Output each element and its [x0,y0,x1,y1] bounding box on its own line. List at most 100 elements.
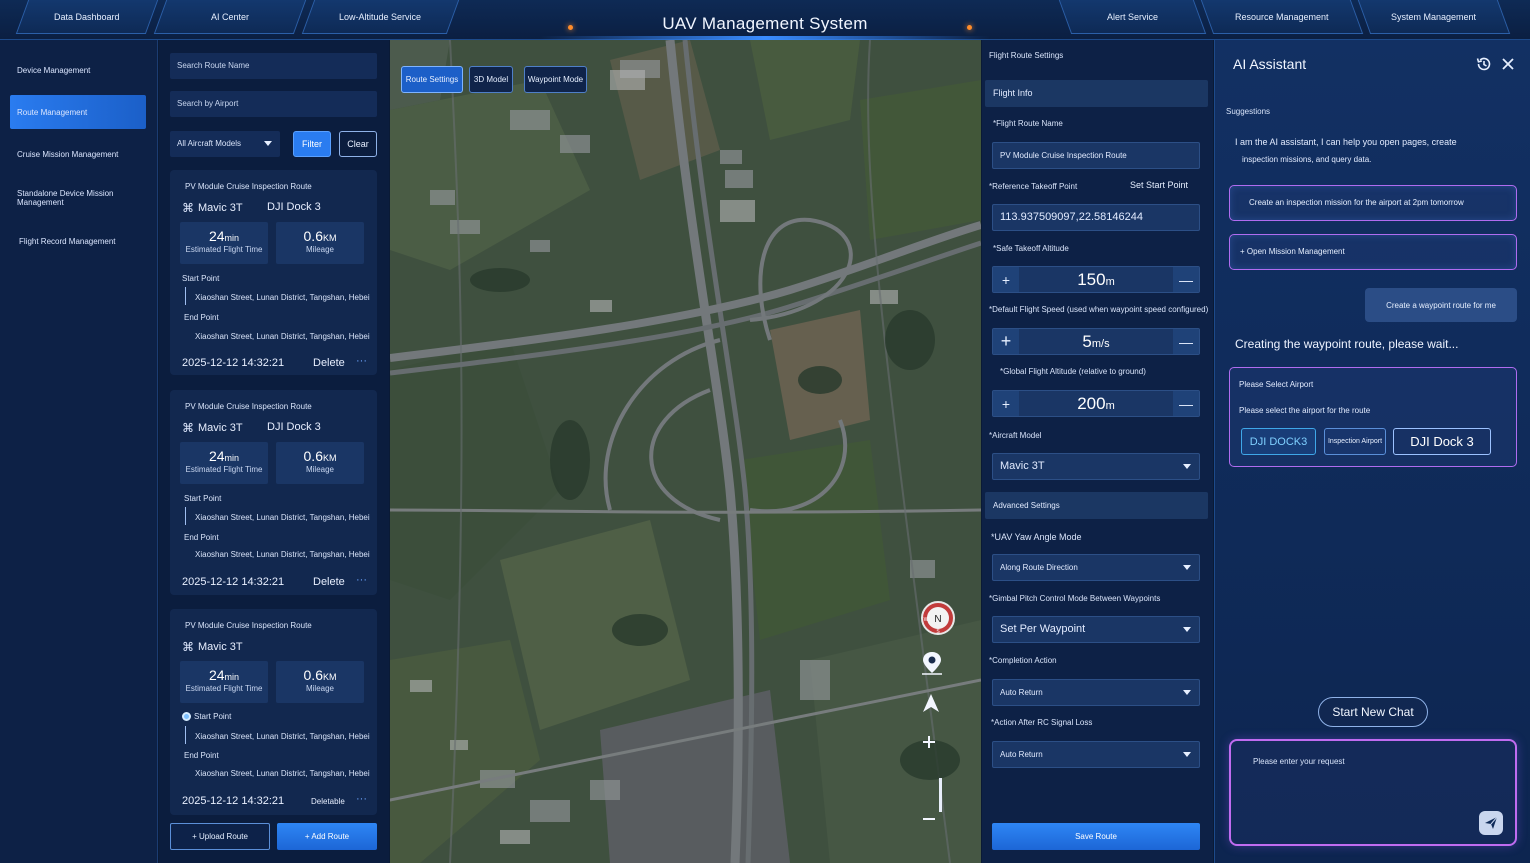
radio-dot-icon[interactable] [182,712,191,722]
sidebar-item-device-management[interactable]: Device Management [10,53,156,87]
gimbal-mode-dropdown[interactable]: Set Per Waypoint [992,616,1200,643]
flight-time-stat: 24min Estimated Flight Time [180,222,268,264]
suggestion-open-mission-management[interactable]: + Open Mission Management [1229,234,1517,270]
sidebar-item-flight-record[interactable]: Flight Record Management [10,224,156,258]
search-route-input[interactable]: Search Route Name [170,53,377,79]
section-flight-info[interactable]: Flight Info [985,80,1208,107]
start-new-chat-button[interactable]: Start New Chat [1318,697,1428,727]
tab-3d-model[interactable]: 3D Model [469,66,513,93]
route-date: 2025-12-12 14:32:21 [182,576,285,588]
sidebar-item-standalone-mission[interactable]: Standalone Device Mission Management [10,181,156,215]
aircraft-model-dropdown[interactable]: Mavic 3T [992,453,1200,480]
tab-system-management[interactable]: System Management [1357,0,1511,34]
delete-button[interactable]: Delete [313,357,345,369]
compass-control[interactable]: N W S [920,600,960,640]
sidebar-item-cruise-mission[interactable]: Cruise Mission Management [10,137,156,171]
rc-loss-dropdown[interactable]: Auto Return [992,741,1200,768]
stat-value: 0.6 [303,228,323,244]
chevron-down-icon [1183,565,1191,570]
decrease-button[interactable]: — [1173,391,1199,416]
set-start-point-button[interactable]: Set Start Point [1130,180,1188,190]
drone-icon: ⌘ [182,201,194,215]
compass-n: N [934,614,941,625]
close-icon[interactable] [1499,55,1517,73]
clear-button[interactable]: Clear [339,131,377,157]
increase-button[interactable]: + [993,391,1019,416]
tab-waypoint-mode[interactable]: Waypoint Mode [524,66,587,93]
zoom-slider-track[interactable] [939,778,942,812]
send-button[interactable] [1479,811,1503,835]
stat-value: 0.6 [303,448,323,464]
zoom-out-button[interactable] [920,810,960,850]
more-icon[interactable]: ··· [356,355,367,367]
airport-option-dji-dock-3[interactable]: DJI Dock 3 [1393,428,1491,455]
tab-alert-service[interactable]: Alert Service [1058,0,1207,34]
airport-option-inspection[interactable]: Inspection Airport [1324,428,1386,455]
route-list-panel: Search Route Name Search by Airport All … [159,40,389,863]
stat-label: Mileage [305,245,334,254]
delete-button[interactable]: Delete [313,576,345,588]
plus-icon [923,736,935,748]
increase-button[interactable]: + [993,267,1019,292]
user-message: Create a waypoint route for me [1365,288,1517,322]
history-icon[interactable] [1475,55,1493,73]
aircraft-model-select[interactable]: All Aircraft Models [170,131,280,157]
locate-button[interactable] [920,650,960,690]
navigate-button[interactable] [920,692,960,732]
chat-input[interactable]: Please enter your request [1229,739,1517,846]
panel-title: Flight Route Settings [989,51,1064,60]
ai-intro-message: I am the AI assistant, I can help you op… [1235,134,1525,168]
route-name-field[interactable]: PV Module Cruise Inspection Route [992,142,1200,169]
tab-route-settings[interactable]: Route Settings [401,66,463,93]
airport-option-dji-dock3[interactable]: DJI DOCK3 [1241,428,1316,455]
tab-resource-management[interactable]: Resource Management [1200,0,1364,34]
section-advanced-settings[interactable]: Advanced Settings [985,492,1208,519]
add-route-button[interactable]: + Add Route [277,823,377,850]
yaw-mode-dropdown[interactable]: Along Route Direction [992,554,1200,581]
tab-data-dashboard[interactable]: Data Dashboard [15,0,159,34]
value-number: 200 [1077,394,1106,413]
location-pin-icon [922,652,942,675]
chevron-down-icon [1183,690,1191,695]
intro-line: inspection missions, and query data. [1242,155,1372,164]
intro-line: I am the AI assistant, I can help you op… [1235,137,1457,147]
tab-low-altitude-service[interactable]: Low-Altitude Service [301,0,460,34]
delete-button[interactable]: Deletable [311,797,345,806]
flight-time-stat: 24min Estimated Flight Time [180,442,268,484]
zoom-in-button[interactable] [920,733,960,773]
decrease-button[interactable]: — [1173,329,1199,354]
stepper-value: 150m [1019,267,1173,295]
completion-action-dropdown[interactable]: Auto Return [992,679,1200,706]
route-card[interactable]: PV Module Cruise Inspection Route ⌘ Mavic… [170,390,377,595]
global-altitude-stepper: + 200m — [992,390,1200,417]
safe-altitude-label: *Safe Takeoff Altitude [993,244,1069,253]
save-route-button[interactable]: Save Route [992,823,1200,850]
stat-label: Mileage [305,684,334,693]
suggestion-create-mission[interactable]: Create an inspection mission for the air… [1229,185,1517,221]
sidebar-item-route-management[interactable]: Route Management [10,95,146,129]
compass-w: W [924,617,929,623]
route-card[interactable]: PV Module Cruise Inspection Route ⌘ Mavic… [170,609,377,815]
end-label: End Point [184,751,219,760]
model-text: Mavic 3T [198,422,243,434]
stepper-value: 200m [1019,391,1173,419]
tab-ai-center[interactable]: AI Center [153,0,307,34]
route-card[interactable]: PV Module Cruise Inspection Route ⌘ Mavic… [170,170,377,375]
select-value: Set Per Waypoint [1000,623,1086,635]
route-model: ⌘ Mavic 3T [182,421,243,435]
search-airport-input[interactable]: Search by Airport [170,91,377,117]
route-title: PV Module Cruise Inspection Route [185,621,312,630]
decrease-button[interactable]: — [1173,267,1199,292]
more-icon[interactable]: ··· [356,793,367,805]
filter-button[interactable]: Filter [293,131,331,157]
satellite-map[interactable]: Route Settings 3D Model Waypoint Mode N … [390,40,981,863]
takeoff-point-field[interactable]: 113.937509097,22.58146244 [992,204,1200,231]
minus-icon [923,818,935,820]
mileage-stat: 0.6KM Mileage [276,222,364,264]
stat-unit: KM [322,453,337,463]
increase-button[interactable]: + [993,329,1019,354]
more-icon[interactable]: ··· [356,574,367,586]
upload-route-button[interactable]: + Upload Route [170,823,270,850]
decor-dot [568,25,573,30]
select-value: Along Route Direction [1000,563,1078,572]
